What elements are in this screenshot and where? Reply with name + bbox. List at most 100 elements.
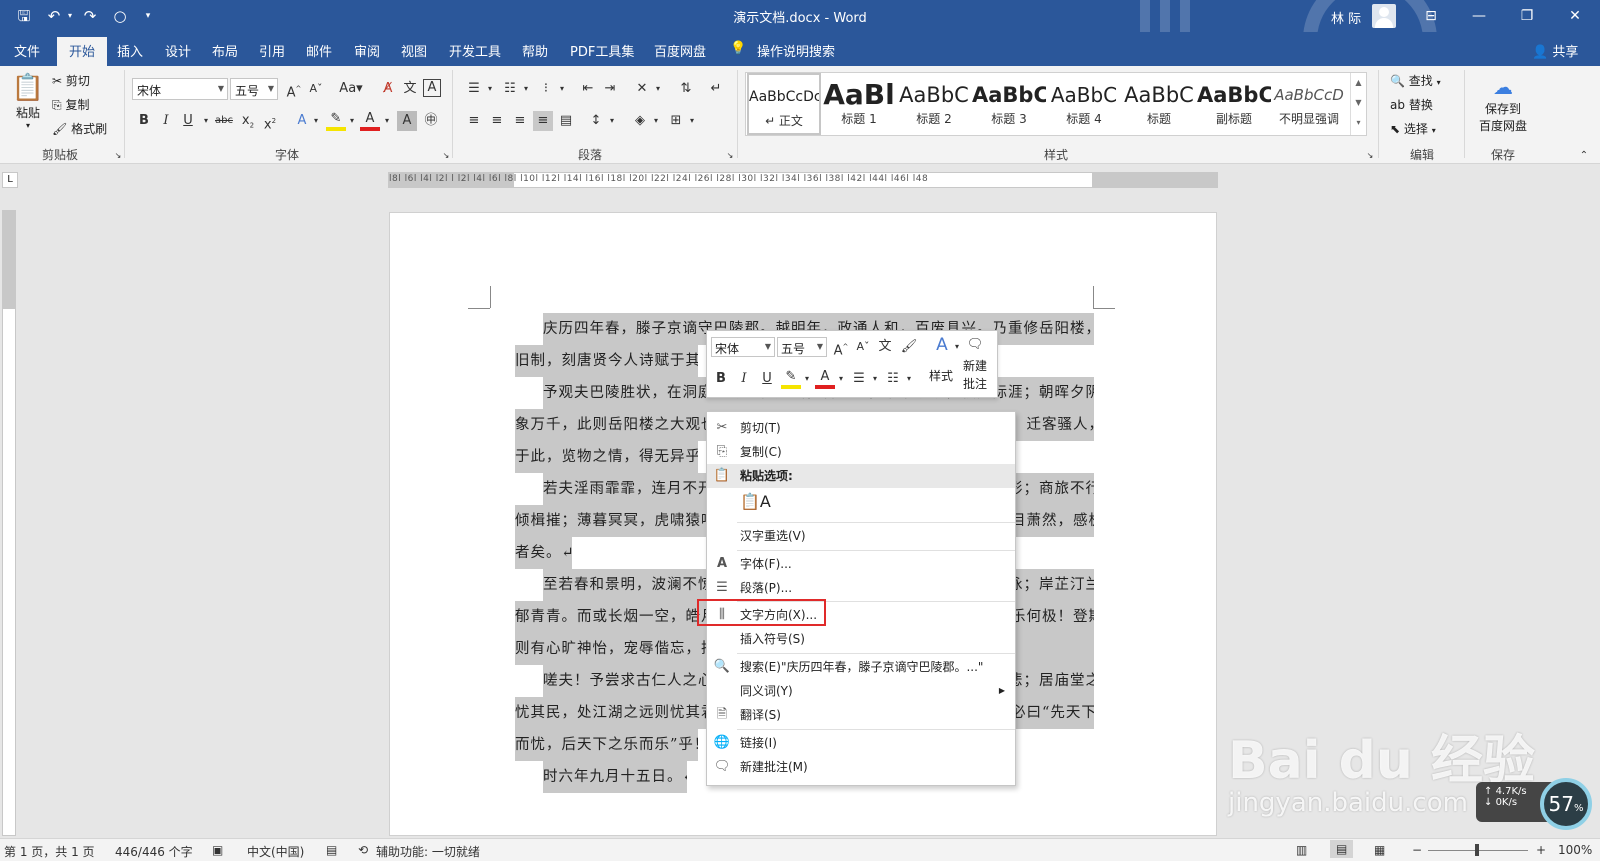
- style-heading-2[interactable]: AaBbC 标题 2: [897, 73, 971, 135]
- vertical-ruler[interactable]: [2, 210, 16, 836]
- user-name[interactable]: 林 际: [1331, 8, 1361, 27]
- shrink-font-icon[interactable]: Aˇ: [853, 337, 873, 357]
- close-icon[interactable]: ✕: [1552, 0, 1598, 32]
- menu-item-search[interactable]: 🔍 搜索(E)"庆历四年春，滕子京谪守巴陵郡。...": [707, 655, 1015, 679]
- menu-item-insert-symbol[interactable]: 插入符号(S): [707, 627, 1015, 651]
- mini-styles-label[interactable]: 样式: [929, 367, 953, 384]
- read-mode-icon[interactable]: ▥: [1296, 843, 1307, 857]
- avatar[interactable]: [1372, 4, 1396, 28]
- page-count[interactable]: 第 1 页，共 1 页: [4, 843, 95, 860]
- tab-file[interactable]: 文件: [14, 41, 40, 60]
- mini-size-select[interactable]: 五号 ▼: [777, 337, 827, 357]
- tab-references[interactable]: 引用: [259, 41, 285, 60]
- tab-insert[interactable]: 插入: [117, 41, 143, 60]
- select-button[interactable]: ⬉ 选择 ▾: [1390, 120, 1436, 137]
- tab-developer[interactable]: 开发工具: [449, 41, 501, 60]
- character-shading-icon[interactable]: A: [397, 111, 417, 131]
- menu-item-paragraph[interactable]: ☰ 段落(P)...: [707, 576, 1015, 600]
- strikethrough-icon[interactable]: abc: [214, 111, 234, 131]
- distributed-icon[interactable]: ▤: [556, 111, 576, 131]
- increase-indent-icon[interactable]: ⇥: [600, 79, 620, 99]
- tab-home[interactable]: 开始: [57, 37, 108, 66]
- save-to-netdisk-button[interactable]: ☁ 保存到 百度网盘: [1470, 74, 1536, 134]
- style-title[interactable]: AaBbC 标题: [1122, 73, 1196, 135]
- line-spacing-dropdown-icon[interactable]: ▾: [602, 111, 622, 131]
- language[interactable]: 中文(中国): [247, 843, 304, 860]
- style-heading-1[interactable]: AaBl 标题 1: [822, 73, 896, 135]
- superscript-icon[interactable]: x2: [260, 111, 280, 132]
- replace-button[interactable]: ab 替换: [1390, 96, 1433, 113]
- subscript-icon[interactable]: x2: [238, 111, 258, 131]
- mini-new-comment-1[interactable]: 新建: [963, 357, 987, 374]
- sort-icon[interactable]: ⇅: [676, 79, 696, 99]
- italic-icon[interactable]: I: [734, 369, 754, 389]
- paste-dropdown-icon[interactable]: ▾: [10, 121, 46, 130]
- tab-layout[interactable]: 布局: [212, 41, 238, 60]
- phonetic-guide-icon[interactable]: 文: [400, 79, 420, 99]
- phonetic-guide-icon[interactable]: 文: [875, 337, 895, 357]
- styles-launcher-icon[interactable]: ↘: [1360, 146, 1380, 166]
- enclose-characters-icon[interactable]: ㊥: [421, 111, 441, 131]
- mini-font-select[interactable]: 宋体 ▼: [711, 337, 775, 357]
- menu-item-synonyms[interactable]: 同义词(Y) ▶: [707, 679, 1015, 703]
- font-name-select[interactable]: 宋体 ▼: [132, 78, 228, 100]
- style-normal[interactable]: AaBbCcDc ↵ 正文: [747, 73, 821, 135]
- borders-dropdown-icon[interactable]: ▾: [682, 111, 702, 131]
- change-case-icon[interactable]: Aa▾: [336, 79, 366, 99]
- clear-formatting-icon[interactable]: A̸: [378, 79, 398, 99]
- clipboard-launcher-icon[interactable]: ↘: [108, 146, 128, 166]
- macro-icon[interactable]: ▤: [326, 843, 337, 857]
- align-left-icon[interactable]: ≡: [464, 111, 484, 131]
- word-count[interactable]: 446/446 个字: [115, 843, 193, 860]
- tab-review[interactable]: 审阅: [354, 41, 380, 60]
- styles-dropdown-icon[interactable]: ▾: [947, 337, 967, 357]
- tell-me-search[interactable]: 操作说明搜索: [757, 41, 835, 60]
- paste-keep-text-only[interactable]: 📋A: [707, 490, 1015, 520]
- find-button[interactable]: 🔍 查找 ▾: [1390, 72, 1441, 89]
- tab-design[interactable]: 设计: [165, 41, 191, 60]
- tab-help[interactable]: 帮助: [522, 41, 548, 60]
- new-comment-icon[interactable]: 🗨: [965, 335, 985, 355]
- proofing-icon[interactable]: ▣: [212, 843, 223, 857]
- mini-new-comment-2[interactable]: 批注: [963, 375, 987, 392]
- justify-icon[interactable]: ≡: [533, 111, 553, 131]
- collapse-ribbon-icon[interactable]: ⌃: [1574, 146, 1594, 166]
- numbering-dropdown-icon[interactable]: ▾: [516, 79, 536, 99]
- underline-icon[interactable]: U: [757, 369, 777, 389]
- zoom-in-icon[interactable]: +: [1536, 843, 1546, 857]
- zoom-out-icon[interactable]: −: [1412, 843, 1422, 857]
- tab-baidu-netdisk[interactable]: 百度网盘: [654, 41, 706, 60]
- bullets-dropdown-icon[interactable]: ▾: [480, 79, 500, 99]
- web-layout-icon[interactable]: ▦: [1374, 843, 1385, 857]
- accessibility-status[interactable]: 辅助功能: 一切就绪: [376, 843, 480, 860]
- menu-item-font[interactable]: A 字体(F)...: [707, 552, 1015, 576]
- tab-mailings[interactable]: 邮件: [306, 41, 332, 60]
- print-layout-icon[interactable]: ▤: [1330, 840, 1354, 858]
- tab-view[interactable]: 视图: [401, 41, 427, 60]
- format-painter-icon[interactable]: 🖌: [899, 337, 919, 357]
- menu-item-reconversion[interactable]: 汉字重选(V): [707, 524, 1015, 548]
- italic-icon[interactable]: I: [156, 111, 176, 131]
- text-effects-dropdown-icon[interactable]: ▾: [306, 111, 326, 131]
- highlight-dropdown-icon[interactable]: ▾: [342, 111, 362, 131]
- style-subtitle[interactable]: AaBbC 副标题: [1197, 73, 1271, 135]
- bullets-dropdown-icon[interactable]: ▾: [865, 369, 885, 389]
- menu-item-new-comment[interactable]: 🗨 新建批注(M): [707, 755, 1015, 779]
- style-heading-4[interactable]: AaBbC 标题 4: [1047, 73, 1121, 135]
- align-center-icon[interactable]: ≡: [487, 111, 507, 131]
- font-color-dropdown-icon[interactable]: ▾: [377, 111, 397, 131]
- shading-dropdown-icon[interactable]: ▾: [646, 111, 666, 131]
- bold-icon[interactable]: B: [134, 111, 154, 131]
- cut-button[interactable]: ✂ 剪切: [52, 72, 90, 89]
- menu-item-cut[interactable]: ✂ 剪切(T): [707, 416, 1015, 440]
- menu-item-link[interactable]: 🌐 链接(I): [707, 731, 1015, 755]
- tab-pdf-tools[interactable]: PDF工具集: [570, 41, 634, 60]
- zoom-level[interactable]: 100%: [1558, 843, 1592, 857]
- font-launcher-icon[interactable]: ↘: [436, 146, 456, 166]
- show-marks-icon[interactable]: ↵: [706, 79, 726, 99]
- font-color-dropdown-icon[interactable]: ▾: [831, 369, 851, 389]
- highlight-dropdown-icon[interactable]: ▾: [797, 369, 817, 389]
- shrink-font-icon[interactable]: Aˇ: [306, 79, 326, 99]
- multilevel-dropdown-icon[interactable]: ▾: [552, 79, 572, 99]
- bold-icon[interactable]: B: [711, 369, 731, 389]
